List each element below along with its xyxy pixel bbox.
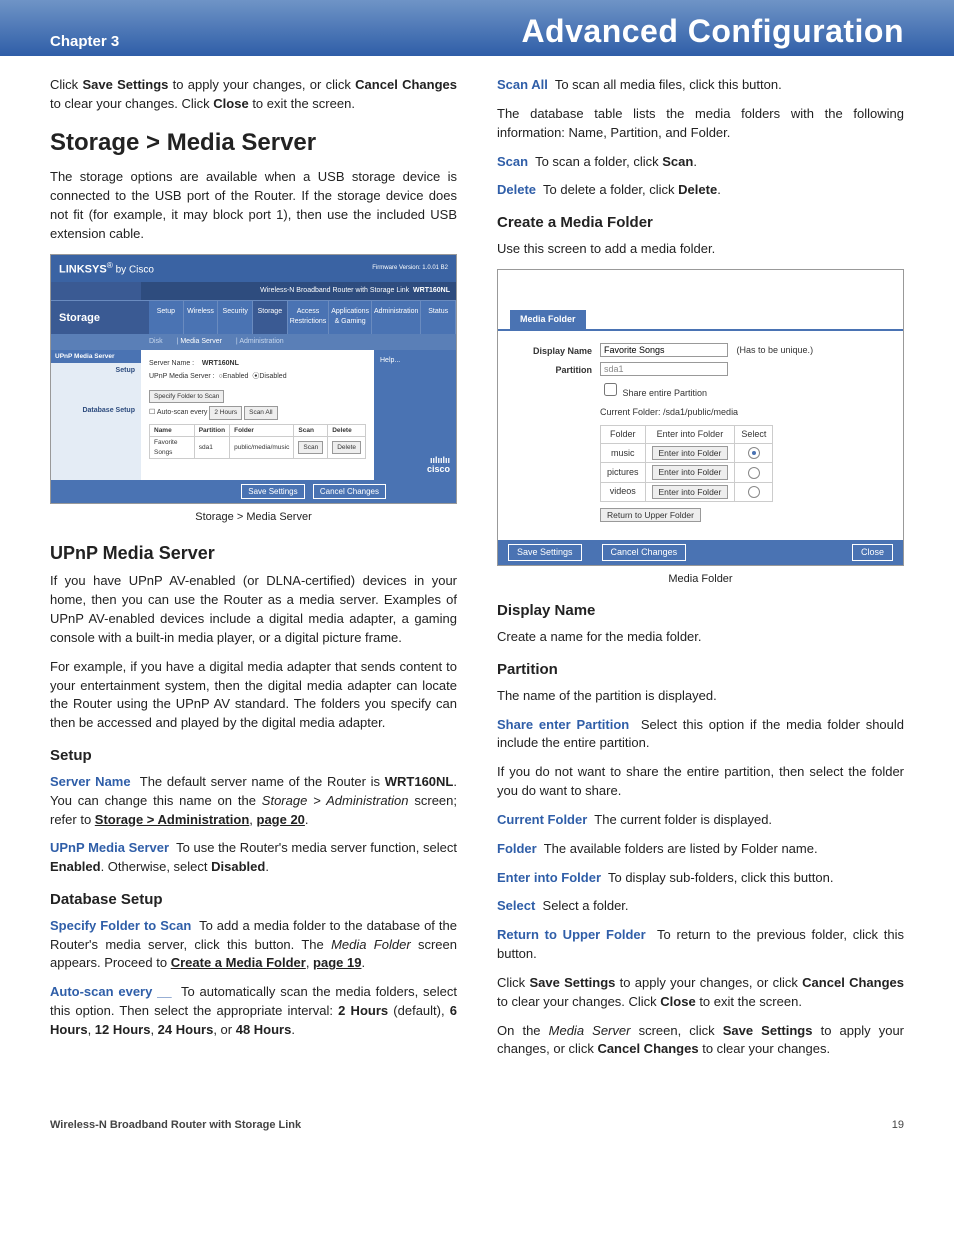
save-p2: On the Media Server screen, click Save S… xyxy=(497,1022,904,1060)
ss1-cancel-button[interactable]: Cancel Changes xyxy=(313,484,386,500)
screenshot-media-server: LINKSYS® by Cisco Firmware Version: 1.0.… xyxy=(50,254,457,504)
ss1-save-button[interactable]: Save Settings xyxy=(241,484,304,500)
display-name-input[interactable] xyxy=(600,343,728,357)
scan-all-button[interactable]: Scan All xyxy=(244,406,278,419)
ss2-cancel-button[interactable]: Cancel Changes xyxy=(602,544,687,561)
specify-folder-field: Specify Folder to Scan To add a media fo… xyxy=(50,917,457,974)
autoscan-field: Auto-scan every __ To automatically scan… xyxy=(50,983,457,1040)
dbtable-p: The database table lists the media folde… xyxy=(497,105,904,143)
footer-page: 19 xyxy=(892,1119,904,1131)
db-setup-heading: Database Setup xyxy=(50,889,457,911)
ss1-brandbar: LINKSYS® by Cisco Firmware Version: 1.0.… xyxy=(51,255,456,282)
return-folder-field: Return to Upper Folder To return to the … xyxy=(497,926,904,964)
share-partition-field: Share enter Partition Select this option… xyxy=(497,716,904,754)
caption-2: Media Folder xyxy=(497,572,904,588)
chapter-label: Chapter 3 xyxy=(50,33,119,50)
ifnot-p: If you do not want to share the entire p… xyxy=(497,763,904,801)
upnp-heading: UPnP Media Server xyxy=(50,540,457,566)
storage-desc: The storage options are available when a… xyxy=(50,168,457,243)
folder-field: Folder The available folders are listed … xyxy=(497,840,904,859)
ss1-tabs[interactable]: SetupWireless SecurityStorage Access Res… xyxy=(149,301,456,333)
help-link[interactable]: Help... xyxy=(380,357,400,364)
ss1-main: Server Name : WRT160NL UPnP Media Server… xyxy=(141,350,374,480)
page-title: Advanced Configuration xyxy=(521,13,904,50)
caption-1: Storage > Media Server xyxy=(50,510,457,526)
ss2-save-button[interactable]: Save Settings xyxy=(508,544,582,561)
scanall-field: Scan All To scan all media files, click … xyxy=(497,76,904,95)
partition-heading: Partition xyxy=(497,659,904,681)
upnp-p1: If you have UPnP AV-enabled (or DLNA-cer… xyxy=(50,572,457,647)
section-heading: Storage > Media Server xyxy=(50,126,457,161)
enter-folder-button[interactable]: Enter into Folder xyxy=(652,446,729,460)
create-folder-p: Use this screen to add a media folder. xyxy=(497,240,904,259)
display-name-p: Create a name for the media folder. xyxy=(497,628,904,647)
return-upper-button[interactable]: Return to Upper Folder xyxy=(600,508,701,522)
ss1-sidebar: UPnP Media Server Setup Database Setup xyxy=(51,350,141,480)
ss1-section: Storage xyxy=(51,301,149,333)
folder-table: FolderEnter into FolderSelect musicEnter… xyxy=(600,425,773,502)
display-name-heading: Display Name xyxy=(497,600,904,622)
scan-field: Scan To scan a folder, click Scan. xyxy=(497,153,904,172)
delete-field: Delete To delete a folder, click Delete. xyxy=(497,181,904,200)
upnp-p2: For example, if you have a digital media… xyxy=(50,658,457,733)
partition-p: The name of the partition is displayed. xyxy=(497,687,904,706)
specify-folder-button[interactable]: Specify Folder to Scan xyxy=(149,390,224,403)
ss1-helpbar: Help... ıılıılııcisco xyxy=(374,350,456,480)
ss2-tab: Media Folder xyxy=(510,310,586,329)
select-field: Select Select a folder. xyxy=(497,897,904,916)
enter-folder-button[interactable]: Enter into Folder xyxy=(652,465,729,479)
select-radio[interactable] xyxy=(748,486,760,498)
right-column: Scan All To scan all media files, click … xyxy=(497,76,904,1069)
select-radio[interactable] xyxy=(748,467,760,479)
setup-heading: Setup xyxy=(50,745,457,767)
create-folder-heading: Create a Media Folder xyxy=(497,212,904,234)
share-partition-checkbox[interactable] xyxy=(604,383,617,396)
page-footer: Wireless-N Broadband Router with Storage… xyxy=(0,1109,954,1161)
server-name-field: Server Name The default server name of t… xyxy=(50,773,457,830)
ss1-table: NamePartitionFolderScanDelete Favorite S… xyxy=(149,424,366,459)
intro-paragraph: Click Save Settings to apply your change… xyxy=(50,76,457,114)
ss1-subtabs[interactable]: Disk | Media Server | Administration xyxy=(51,334,456,350)
footer-product: Wireless-N Broadband Router with Storage… xyxy=(50,1119,301,1131)
partition-input[interactable] xyxy=(600,362,728,376)
save-p1: Click Save Settings to apply your change… xyxy=(497,974,904,1012)
select-radio[interactable] xyxy=(748,447,760,459)
enter-folder-button[interactable]: Enter into Folder xyxy=(652,485,729,499)
current-folder-field: Current Folder The current folder is dis… xyxy=(497,811,904,830)
left-column: Click Save Settings to apply your change… xyxy=(50,76,457,1069)
enter-folder-field: Enter into Folder To display sub-folders… xyxy=(497,869,904,888)
page-header: Chapter 3 Advanced Configuration xyxy=(0,0,954,56)
upnp-field: UPnP Media Server To use the Router's me… xyxy=(50,839,457,877)
ss2-close-button[interactable]: Close xyxy=(852,544,893,561)
screenshot-media-folder: Media Folder Display Name (Has to be uni… xyxy=(497,269,904,567)
page-body: Click Save Settings to apply your change… xyxy=(0,56,954,1109)
current-folder-label: Current Folder: /sda1/public/media xyxy=(600,406,889,419)
